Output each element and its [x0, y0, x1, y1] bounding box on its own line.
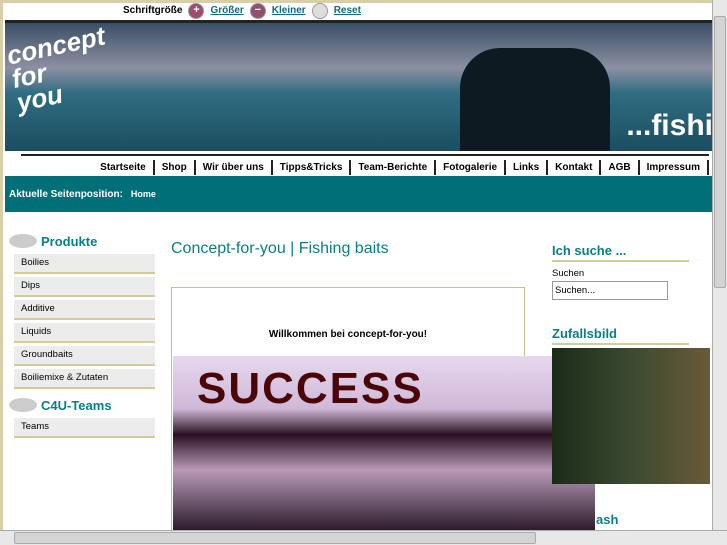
sidebar-item-dips[interactable]: Dips: [14, 277, 155, 297]
random-image[interactable]: [552, 348, 710, 484]
font-size-label: Schriftgröße: [123, 5, 183, 16]
sidebar-item-additive[interactable]: Additive: [14, 300, 155, 320]
plus-icon[interactable]: +: [188, 3, 205, 19]
sidebar-item-groundbaits[interactable]: Groundbaits: [14, 346, 155, 366]
web-page: Schriftgröße + Größer − Kleiner Reset co…: [3, 3, 713, 531]
vertical-scroll-thumb[interactable]: [714, 16, 726, 288]
nav-startseite[interactable]: Startseite: [93, 159, 155, 175]
nav-shop[interactable]: Shop: [155, 159, 196, 175]
search-heading: Ich suche ...: [552, 243, 689, 262]
nav-tipps-tricks[interactable]: Tipps&Tricks: [273, 159, 352, 175]
flash-heading: ash: [596, 512, 619, 527]
reset-icon[interactable]: [311, 3, 328, 19]
banner-tagline: ...fishi: [626, 109, 713, 142]
main-nav: Startseite Shop Wir über uns Tipps&Trick…: [21, 154, 709, 178]
angler-silhouette: [460, 48, 610, 151]
nav-kontakt[interactable]: Kontakt: [548, 159, 602, 175]
search-input[interactable]: [552, 281, 668, 300]
nav-team-berichte[interactable]: Team-Berichte: [351, 159, 437, 175]
horizontal-scrollbar[interactable]: [0, 530, 727, 545]
sidebar-item-liquids[interactable]: Liquids: [14, 323, 155, 343]
random-image-heading: Zufallsbild: [552, 326, 689, 345]
breadcrumb-label: Aktuelle Seitenposition:: [9, 188, 123, 200]
sidebar-item-boilies[interactable]: Boilies: [14, 254, 155, 274]
search-label: Suchen: [552, 268, 585, 279]
products-heading: Produkte: [9, 231, 155, 251]
font-size-controls: Schriftgröße + Größer − Kleiner Reset: [123, 3, 361, 19]
carp-icon: [9, 234, 37, 248]
welcome-text: Willkommen bei concept-for-you!: [268, 329, 428, 340]
nav-impressum[interactable]: Impressum: [640, 159, 709, 175]
sidebar-item-teams[interactable]: Teams: [14, 418, 155, 438]
left-sidebar: Produkte Boilies Dips Additive Liquids G…: [9, 231, 155, 441]
smaller-link[interactable]: Kleiner: [272, 5, 306, 16]
site-logo[interactable]: concept for you: [5, 23, 117, 118]
right-sidebar: Ich suche ... Suchen Zufallsbild: [552, 243, 689, 345]
teams-heading-text: C4U-Teams: [41, 397, 112, 413]
products-heading-text: Produkte: [41, 233, 98, 249]
vertical-scrollbar[interactable]: [712, 0, 727, 531]
carp-icon: [9, 398, 37, 412]
nav-wir-ueber-uns[interactable]: Wir über uns: [196, 159, 273, 175]
bigger-link[interactable]: Größer: [210, 5, 243, 16]
sidebar-item-boiliemixe[interactable]: Boiliemixe & Zutaten: [14, 369, 155, 389]
horizontal-scroll-thumb[interactable]: [14, 532, 536, 544]
nav-agb[interactable]: AGB: [601, 159, 640, 175]
page-title: Concept-for-you | Fishing baits: [171, 240, 389, 257]
nav-links[interactable]: Links: [506, 159, 549, 175]
header-banner: concept for you ...fishi: [5, 20, 713, 151]
breadcrumb-home[interactable]: Home: [131, 189, 156, 199]
reset-link[interactable]: Reset: [334, 5, 361, 16]
minus-icon[interactable]: −: [249, 3, 266, 19]
teams-heading: C4U-Teams: [9, 395, 155, 415]
breadcrumb: Aktuelle Seitenposition: Home: [5, 176, 713, 212]
nav-fotogalerie[interactable]: Fotogalerie: [436, 159, 507, 175]
success-banner-image: SUCCESS: [173, 356, 595, 531]
success-text: SUCCESS: [197, 364, 424, 413]
